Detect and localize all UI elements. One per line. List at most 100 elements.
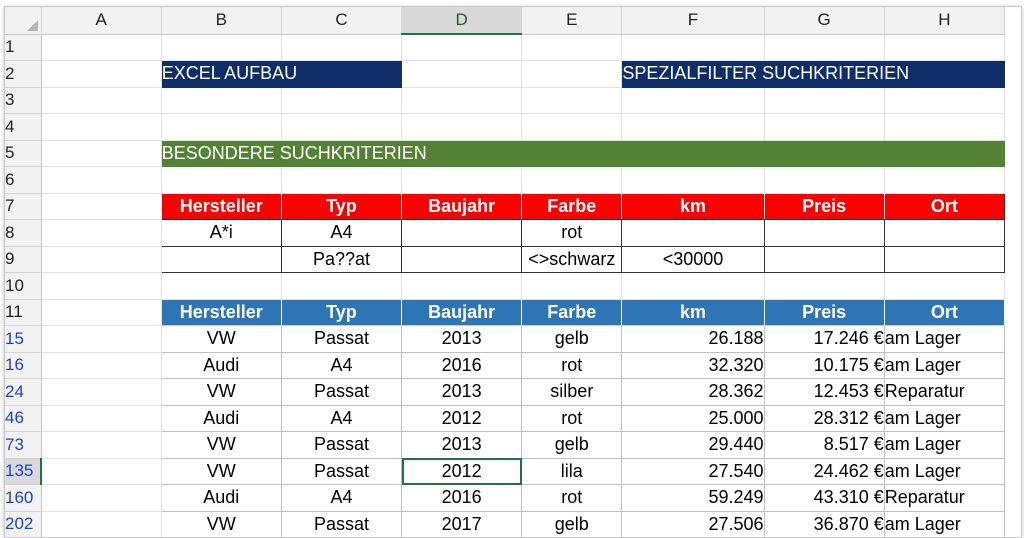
select-all-corner[interactable]	[5, 7, 42, 35]
cell[interactable]	[281, 272, 403, 300]
result-cell[interactable]: 26.188	[621, 325, 765, 353]
row-header[interactable]: 160	[5, 484, 42, 512]
result-cell[interactable]: VW	[160, 378, 282, 406]
criteria-header-typ[interactable]: Typ	[280, 192, 403, 220]
cell[interactable]	[41, 219, 162, 247]
result-cell[interactable]: A4	[280, 351, 403, 379]
row-header[interactable]: 11	[5, 299, 42, 326]
cell[interactable]	[161, 34, 282, 61]
result-cell[interactable]: 8.517 €	[763, 431, 885, 459]
cell[interactable]	[281, 113, 403, 141]
criteria-cell[interactable]: A*i	[160, 219, 282, 247]
row-header[interactable]: 2	[5, 60, 42, 88]
criteria-cell[interactable]	[401, 219, 523, 247]
result-cell[interactable]: 2016	[401, 351, 523, 379]
result-cell[interactable]: 28.362	[621, 378, 765, 406]
result-cell[interactable]: am Lager	[883, 457, 1006, 485]
cell[interactable]	[41, 378, 162, 406]
result-cell[interactable]: 2013	[401, 378, 523, 406]
column-header-c[interactable]: C	[281, 7, 403, 35]
result-cell[interactable]: VW	[160, 457, 282, 485]
column-header-h[interactable]: H	[884, 7, 1006, 35]
result-cell[interactable]: 43.310 €	[763, 484, 885, 512]
row-header-active[interactable]: 135	[5, 458, 43, 485]
result-cell[interactable]: 10.175 €	[763, 351, 885, 379]
cell[interactable]	[161, 87, 282, 114]
cell[interactable]	[521, 166, 623, 194]
result-cell[interactable]: Audi	[160, 351, 282, 379]
cell[interactable]	[41, 299, 162, 326]
row-header[interactable]: 8	[5, 219, 42, 247]
result-cell[interactable]: rot	[521, 484, 623, 512]
result-cell[interactable]: Passat	[280, 378, 403, 406]
row-header[interactable]: 9	[5, 246, 42, 273]
selected-cell[interactable]: 2012	[401, 457, 523, 485]
excel-aufbau-banner[interactable]: EXCEL AUFBAU	[161, 60, 403, 88]
besondere-suchkriterien-banner[interactable]: BESONDERE SUCHKRITERIEN	[161, 140, 1006, 167]
cell[interactable]	[521, 272, 623, 300]
column-header-e[interactable]: E	[521, 7, 623, 35]
result-cell[interactable]: 2013	[401, 431, 523, 459]
result-cell[interactable]: 17.246 €	[763, 325, 885, 353]
result-cell[interactable]: gelb	[521, 510, 623, 537]
result-cell[interactable]: 36.870 €	[763, 510, 885, 537]
cell[interactable]	[521, 87, 623, 114]
cell[interactable]	[41, 34, 162, 61]
column-header-b[interactable]: B	[161, 7, 282, 35]
cell[interactable]	[41, 193, 162, 220]
result-cell[interactable]: am Lager	[883, 325, 1006, 353]
cell[interactable]	[41, 246, 162, 273]
result-header-km[interactable]: km	[621, 299, 765, 326]
row-header[interactable]: 73	[5, 431, 42, 459]
result-cell[interactable]: 12.453 €	[763, 378, 885, 406]
cell[interactable]	[521, 60, 623, 88]
result-cell[interactable]: VW	[160, 431, 282, 459]
cell[interactable]	[41, 140, 162, 167]
row-header[interactable]: 6	[5, 166, 42, 194]
criteria-header-km[interactable]: km	[621, 192, 765, 220]
cell[interactable]	[281, 87, 403, 114]
result-header-hersteller[interactable]: Hersteller	[161, 299, 282, 326]
cell[interactable]	[621, 87, 765, 114]
result-cell[interactable]: 2016	[401, 484, 523, 512]
cell[interactable]	[41, 405, 162, 432]
cell[interactable]	[621, 34, 765, 61]
cell[interactable]	[41, 352, 162, 379]
column-header-f[interactable]: F	[621, 7, 765, 35]
row-header[interactable]: 202	[5, 511, 42, 537]
result-cell[interactable]: 2012	[401, 404, 523, 432]
cell[interactable]	[401, 34, 523, 61]
cell[interactable]	[401, 272, 523, 300]
cell[interactable]	[764, 113, 885, 141]
result-cell[interactable]: Passat	[280, 510, 403, 537]
spreadsheet-grid[interactable]: A B C D E F G H 1 2 EXCEL AUFBAU SPEZIAL…	[4, 6, 1022, 538]
result-cell[interactable]: 2017	[401, 510, 523, 537]
result-cell[interactable]: 2013	[401, 325, 523, 353]
result-cell[interactable]: Audi	[160, 484, 282, 512]
cell[interactable]	[621, 272, 765, 300]
result-cell[interactable]: 29.440	[621, 431, 765, 459]
row-header[interactable]: 3	[5, 87, 42, 114]
cell[interactable]	[884, 34, 1006, 61]
cell[interactable]	[41, 60, 162, 88]
row-header[interactable]: 15	[5, 325, 42, 353]
result-cell[interactable]: 32.320	[621, 351, 765, 379]
cell[interactable]	[41, 272, 162, 300]
result-cell[interactable]: rot	[521, 351, 623, 379]
result-cell[interactable]: gelb	[521, 431, 623, 459]
row-header[interactable]: 10	[5, 272, 42, 300]
result-cell[interactable]: 24.462 €	[763, 457, 885, 485]
result-cell[interactable]: am Lager	[883, 404, 1006, 432]
column-header-g[interactable]: G	[764, 7, 885, 35]
criteria-cell[interactable]: A4	[280, 219, 403, 247]
cell[interactable]	[764, 34, 885, 61]
cell[interactable]	[621, 113, 765, 141]
cell[interactable]	[521, 34, 623, 61]
result-cell[interactable]: gelb	[521, 325, 623, 353]
result-cell[interactable]: lila	[521, 457, 623, 485]
cell[interactable]	[621, 166, 765, 194]
cell[interactable]	[884, 87, 1006, 114]
cell[interactable]	[41, 511, 162, 537]
result-cell[interactable]: Reparatur	[883, 378, 1006, 406]
result-header-preis[interactable]: Preis	[764, 299, 885, 326]
